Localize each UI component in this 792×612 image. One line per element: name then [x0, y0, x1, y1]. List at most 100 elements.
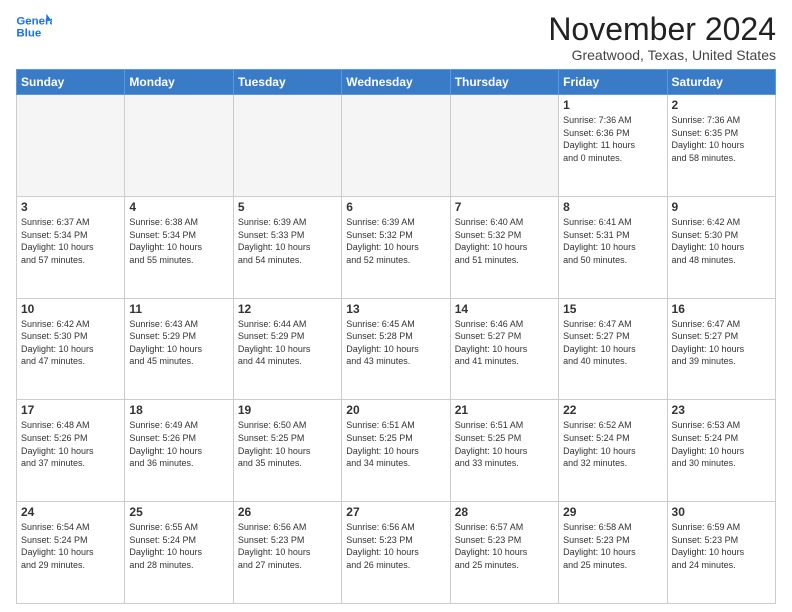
day-number: 13 [346, 302, 445, 316]
weekday-header-wednesday: Wednesday [342, 70, 450, 95]
day-number: 3 [21, 200, 120, 214]
location: Greatwood, Texas, United States [548, 47, 776, 63]
calendar-table: SundayMondayTuesdayWednesdayThursdayFrid… [16, 69, 776, 604]
day-cell [450, 95, 558, 197]
day-cell [342, 95, 450, 197]
day-cell: 10 Sunrise: 6:42 AMSunset: 5:30 PMDayligh… [17, 298, 125, 400]
week-row-0: 1Sunrise: 7:36 AMSunset: 6:36 PMDaylight… [17, 95, 776, 197]
day-info: Sunrise: 6:48 AMSunset: 5:26 PMDaylight:… [21, 419, 120, 469]
day-info: Sunrise: 6:57 AMSunset: 5:23 PMDaylight:… [455, 521, 554, 571]
day-cell: 6Sunrise: 6:39 AMSunset: 5:32 PMDaylight… [342, 196, 450, 298]
day-cell: 1Sunrise: 7:36 AMSunset: 6:36 PMDaylight… [559, 95, 667, 197]
day-info: Sunrise: 6:37 AMSunset: 5:34 PMDaylight:… [21, 216, 120, 266]
title-block: November 2024 Greatwood, Texas, United S… [548, 12, 776, 63]
day-info: Sunrise: 6:59 AMSunset: 5:23 PMDaylight:… [672, 521, 771, 571]
day-cell: 20Sunrise: 6:51 AMSunset: 5:25 PMDayligh… [342, 400, 450, 502]
day-number: 27 [346, 505, 445, 519]
day-cell: 13 Sunrise: 6:45 AMSunset: 5:28 PMDayligh… [342, 298, 450, 400]
weekday-header-tuesday: Tuesday [233, 70, 341, 95]
day-info: Sunrise: 6:41 AMSunset: 5:31 PMDaylight:… [563, 216, 662, 266]
day-cell: 25Sunrise: 6:55 AMSunset: 5:24 PMDayligh… [125, 502, 233, 604]
day-info: Sunrise: 6:54 AMSunset: 5:24 PMDaylight:… [21, 521, 120, 571]
day-number: 24 [21, 505, 120, 519]
day-info: Sunrise: 6:56 AMSunset: 5:23 PMDaylight:… [346, 521, 445, 571]
day-info: Sunrise: 6:49 AMSunset: 5:26 PMDaylight:… [129, 419, 228, 469]
svg-text:Blue: Blue [16, 28, 41, 40]
weekday-header-sunday: Sunday [17, 70, 125, 95]
day-cell: 3 Sunrise: 6:37 AMSunset: 5:34 PMDaylight… [17, 196, 125, 298]
day-info: Sunrise: 6:52 AMSunset: 5:24 PMDaylight:… [563, 419, 662, 469]
week-row-1: 3 Sunrise: 6:37 AMSunset: 5:34 PMDaylight… [17, 196, 776, 298]
day-cell: 5Sunrise: 6:39 AMSunset: 5:33 PMDaylight… [233, 196, 341, 298]
day-cell: 21Sunrise: 6:51 AMSunset: 5:25 PMDayligh… [450, 400, 558, 502]
day-info: Sunrise: 6:51 AMSunset: 5:25 PMDaylight:… [346, 419, 445, 469]
day-cell: 17 Sunrise: 6:48 AMSunset: 5:26 PMDayligh… [17, 400, 125, 502]
day-info: Sunrise: 6:50 AMSunset: 5:25 PMDaylight:… [238, 419, 337, 469]
day-cell: 8 Sunrise: 6:41 AMSunset: 5:31 PMDaylight… [559, 196, 667, 298]
weekday-header-thursday: Thursday [450, 70, 558, 95]
day-info: Sunrise: 7:36 AMSunset: 6:36 PMDaylight:… [563, 114, 662, 164]
day-number: 29 [563, 505, 662, 519]
day-number: 17 [21, 403, 120, 417]
day-number: 8 [563, 200, 662, 214]
day-info: Sunrise: 6:53 AMSunset: 5:24 PMDaylight:… [672, 419, 771, 469]
day-cell: 23 Sunrise: 6:53 AMSunset: 5:24 PMDayligh… [667, 400, 775, 502]
day-info: Sunrise: 6:42 AMSunset: 5:30 PMDaylight:… [672, 216, 771, 266]
day-info: Sunrise: 6:44 AMSunset: 5:29 PMDaylight:… [238, 318, 337, 368]
day-info: Sunrise: 6:43 AMSunset: 5:29 PMDaylight:… [129, 318, 228, 368]
weekday-header-row: SundayMondayTuesdayWednesdayThursdayFrid… [17, 70, 776, 95]
day-number: 16 [672, 302, 771, 316]
day-number: 14 [455, 302, 554, 316]
day-info: Sunrise: 6:45 AMSunset: 5:28 PMDaylight:… [346, 318, 445, 368]
day-cell: 16Sunrise: 6:47 AMSunset: 5:27 PMDayligh… [667, 298, 775, 400]
weekday-header-saturday: Saturday [667, 70, 775, 95]
day-cell: 26 Sunrise: 6:56 AMSunset: 5:23 PMDayligh… [233, 502, 341, 604]
day-info: Sunrise: 6:42 AMSunset: 5:30 PMDaylight:… [21, 318, 120, 368]
day-cell: 30 Sunrise: 6:59 AMSunset: 5:23 PMDayligh… [667, 502, 775, 604]
weekday-header-monday: Monday [125, 70, 233, 95]
day-cell [233, 95, 341, 197]
day-cell: 18 Sunrise: 6:49 AMSunset: 5:26 PMDayligh… [125, 400, 233, 502]
day-cell: 15Sunrise: 6:47 AMSunset: 5:27 PMDayligh… [559, 298, 667, 400]
day-cell: 29Sunrise: 6:58 AMSunset: 5:23 PMDayligh… [559, 502, 667, 604]
day-number: 6 [346, 200, 445, 214]
day-info: Sunrise: 6:55 AMSunset: 5:24 PMDaylight:… [129, 521, 228, 571]
day-number: 11 [129, 302, 228, 316]
day-number: 15 [563, 302, 662, 316]
day-cell: 24 Sunrise: 6:54 AMSunset: 5:24 PMDayligh… [17, 502, 125, 604]
day-info: Sunrise: 6:40 AMSunset: 5:32 PMDaylight:… [455, 216, 554, 266]
day-number: 9 [672, 200, 771, 214]
week-row-2: 10 Sunrise: 6:42 AMSunset: 5:30 PMDayligh… [17, 298, 776, 400]
day-info: Sunrise: 6:46 AMSunset: 5:27 PMDaylight:… [455, 318, 554, 368]
day-number: 19 [238, 403, 337, 417]
day-cell: 19 Sunrise: 6:50 AMSunset: 5:25 PMDayligh… [233, 400, 341, 502]
day-cell: 2 Sunrise: 7:36 AMSunset: 6:35 PMDaylight… [667, 95, 775, 197]
day-cell: 11 Sunrise: 6:43 AMSunset: 5:29 PMDayligh… [125, 298, 233, 400]
day-cell: 27 Sunrise: 6:56 AMSunset: 5:23 PMDayligh… [342, 502, 450, 604]
day-number: 5 [238, 200, 337, 214]
day-number: 12 [238, 302, 337, 316]
day-number: 26 [238, 505, 337, 519]
logo-icon: General Blue [16, 12, 52, 42]
month-title: November 2024 [548, 12, 776, 47]
day-cell: 7Sunrise: 6:40 AMSunset: 5:32 PMDaylight… [450, 196, 558, 298]
week-row-3: 17 Sunrise: 6:48 AMSunset: 5:26 PMDayligh… [17, 400, 776, 502]
day-cell: 4Sunrise: 6:38 AMSunset: 5:34 PMDaylight… [125, 196, 233, 298]
day-number: 21 [455, 403, 554, 417]
day-number: 10 [21, 302, 120, 316]
day-number: 28 [455, 505, 554, 519]
day-cell: 28 Sunrise: 6:57 AMSunset: 5:23 PMDayligh… [450, 502, 558, 604]
day-number: 30 [672, 505, 771, 519]
day-number: 2 [672, 98, 771, 112]
week-row-4: 24 Sunrise: 6:54 AMSunset: 5:24 PMDayligh… [17, 502, 776, 604]
day-number: 23 [672, 403, 771, 417]
day-number: 18 [129, 403, 228, 417]
header: General Blue November 2024 Greatwood, Te… [16, 12, 776, 63]
day-number: 22 [563, 403, 662, 417]
day-cell [125, 95, 233, 197]
day-info: Sunrise: 6:56 AMSunset: 5:23 PMDaylight:… [238, 521, 337, 571]
day-cell: 22 Sunrise: 6:52 AMSunset: 5:24 PMDayligh… [559, 400, 667, 502]
day-cell: 9 Sunrise: 6:42 AMSunset: 5:30 PMDaylight… [667, 196, 775, 298]
day-info: Sunrise: 7:36 AMSunset: 6:35 PMDaylight:… [672, 114, 771, 164]
day-number: 4 [129, 200, 228, 214]
